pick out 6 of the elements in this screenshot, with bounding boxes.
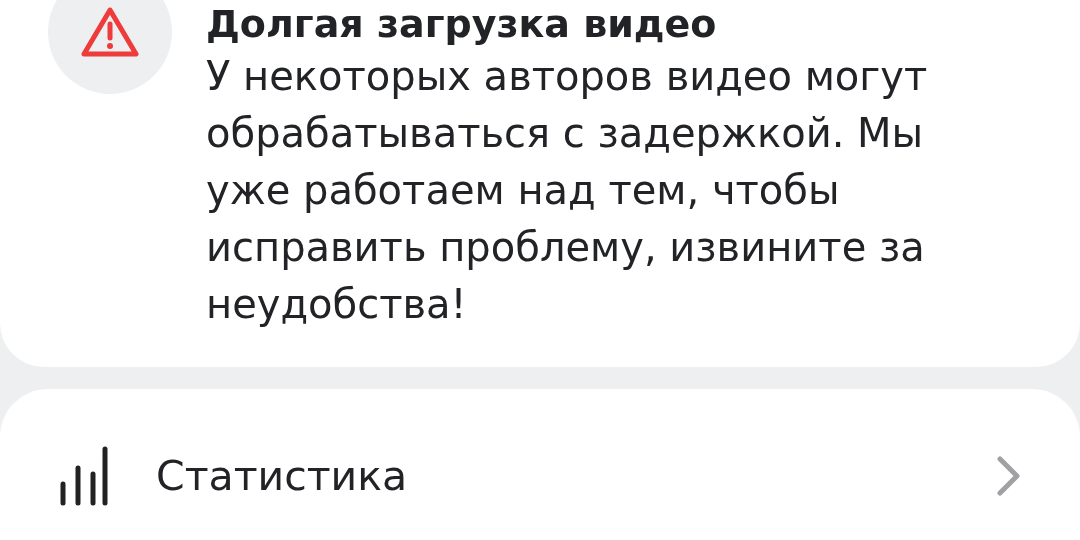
notice-text: У некоторых авторов видео могут обрабатываться с задержкой. Мы уже работаем над тем, чтобы исправить проблему, извините за неудобства! <box>206 52 929 329</box>
notice-title: Долгая загрузка видео <box>206 1 718 48</box>
menu-item[interactable]: Статистика <box>0 441 1080 511</box>
chevron-icon <box>996 455 1022 497</box>
menu-label: Статистика <box>156 452 409 500</box>
bar-chart-icon <box>58 446 108 506</box>
